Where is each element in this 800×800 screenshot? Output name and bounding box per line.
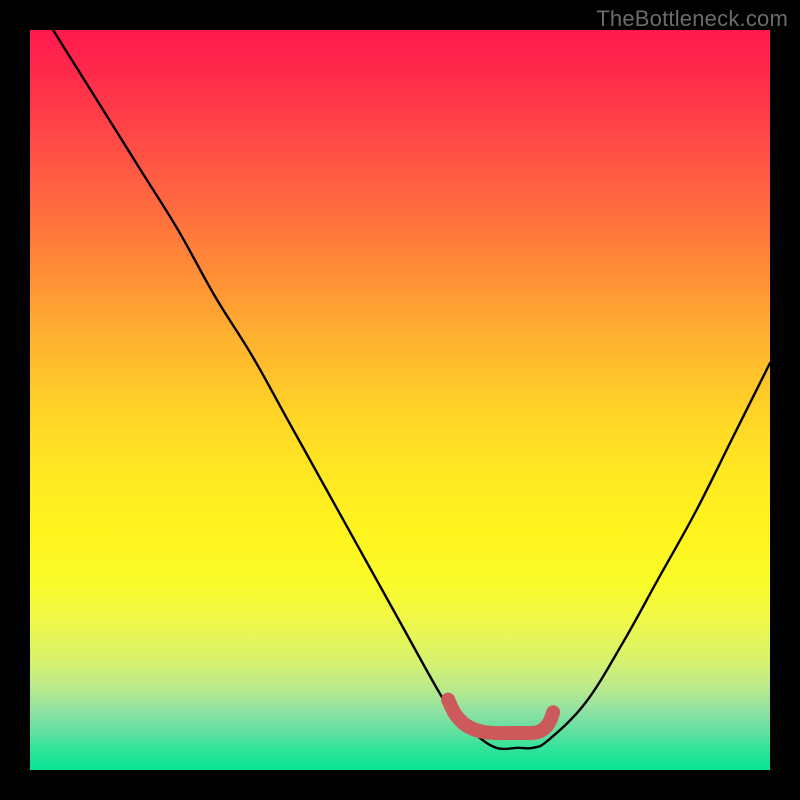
- watermark-text: TheBottleneck.com: [596, 6, 788, 32]
- optimal-range-indicator: [448, 700, 553, 733]
- indicator-layer: [30, 30, 770, 770]
- indicator-start-dot: [441, 693, 455, 707]
- plot-area: [30, 30, 770, 770]
- chart-stage: TheBottleneck.com: [0, 0, 800, 800]
